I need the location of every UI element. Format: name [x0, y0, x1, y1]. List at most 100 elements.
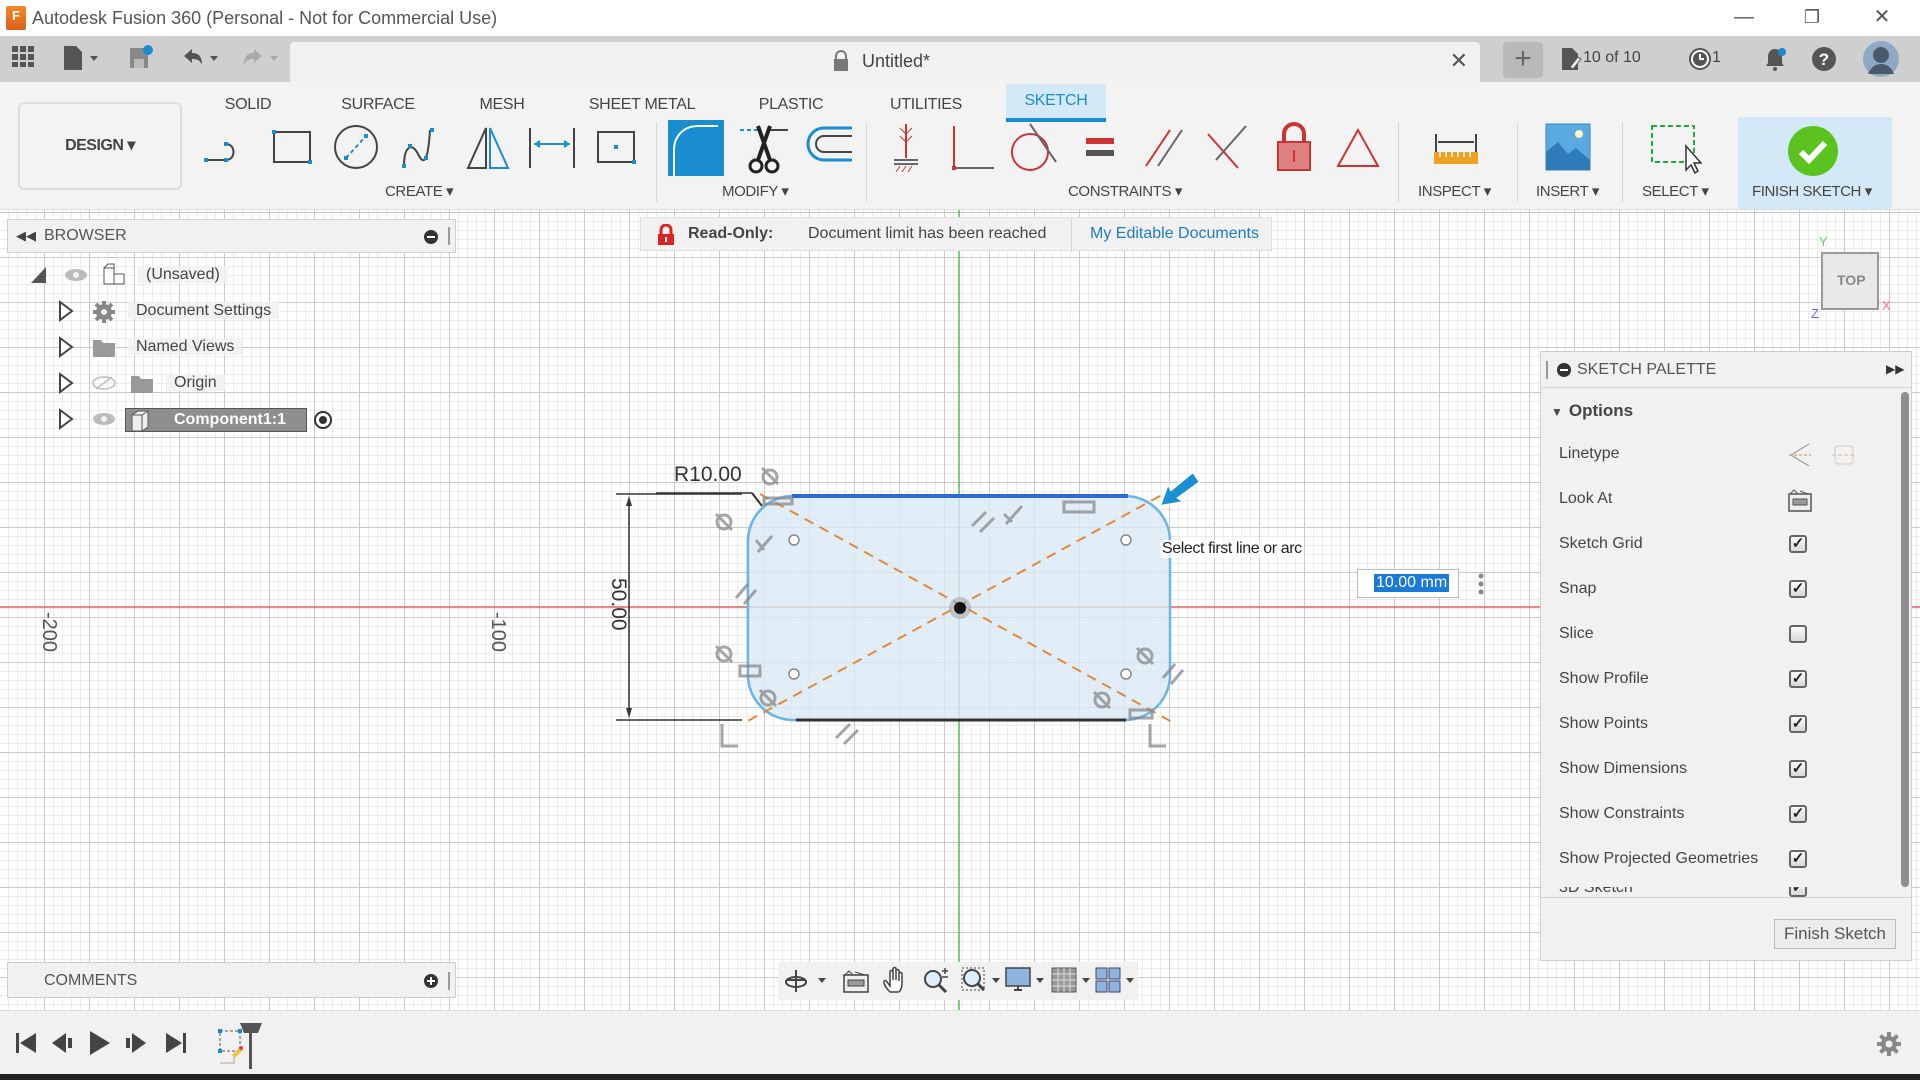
viewports-icon[interactable] — [1094, 966, 1136, 994]
dimension-input[interactable]: 10.00 mm — [1357, 569, 1459, 598]
close-tab-button[interactable]: ✕ — [1450, 48, 1468, 74]
show-points-checkbox[interactable]: ✓ — [1789, 715, 1807, 733]
activate-radio-icon[interactable] — [313, 410, 333, 430]
coincident-constraint-button[interactable] — [944, 120, 1000, 176]
job-status-clock-icon[interactable] — [1688, 47, 1712, 71]
tab-surface[interactable]: SURFACE — [338, 90, 418, 120]
timeline-marker[interactable] — [236, 1021, 266, 1071]
visibility-eye-icon[interactable] — [64, 268, 88, 282]
sketch-dimension-tool-button[interactable] — [524, 120, 580, 176]
slice-checkbox[interactable] — [1789, 625, 1807, 643]
show-constraints-checkbox[interactable]: ✓ — [1789, 805, 1807, 823]
help-icon[interactable]: ? — [1811, 46, 1837, 72]
tab-solid[interactable]: SOLID — [218, 90, 278, 120]
measure-tool-button[interactable] — [1428, 120, 1484, 176]
tab-plastic[interactable]: PLASTIC — [754, 90, 828, 120]
arc-center-point[interactable] — [1120, 668, 1132, 680]
grid-snaps-icon[interactable] — [1050, 966, 1092, 994]
perpendicular-constraint-button[interactable] — [1200, 120, 1256, 176]
undo-icon[interactable] — [178, 44, 224, 74]
show-profile-checkbox[interactable]: ✓ — [1789, 670, 1807, 688]
palette-scrollbar[interactable] — [1901, 392, 1909, 887]
insert-menu[interactable]: INSERT ▾ — [1536, 182, 1599, 200]
select-tool-button[interactable] — [1646, 120, 1703, 176]
document-count[interactable]: 10 of 10 — [1583, 49, 1641, 67]
new-tab-button[interactable]: + — [1503, 42, 1543, 78]
modify-menu[interactable]: MODIFY ▾ — [722, 182, 789, 200]
centerline-linetype-icon[interactable] — [1831, 442, 1857, 468]
dimension-input-value[interactable]: 10.00 mm — [1374, 574, 1450, 592]
inspect-menu[interactable]: INSPECT ▾ — [1418, 182, 1491, 200]
point-tool-button[interactable] — [588, 120, 644, 176]
notifications-bell-icon[interactable] — [1762, 46, 1788, 72]
view-cube[interactable]: TOP — [1821, 252, 1879, 310]
arc-center-point[interactable] — [788, 534, 800, 546]
select-menu[interactable]: SELECT ▾ — [1642, 182, 1709, 200]
show-projected-geometries-checkbox[interactable]: ✓ — [1789, 850, 1807, 868]
minimize-panel-icon[interactable] — [424, 230, 438, 244]
tab-utilities[interactable]: UTILITIES — [886, 90, 966, 120]
line-tool-button[interactable] — [198, 120, 254, 176]
document-tab[interactable]: Untitled* ✕ — [290, 42, 1480, 82]
tree-item-named-views[interactable]: Named Views — [128, 332, 243, 362]
data-panel-grid-icon[interactable] — [10, 44, 36, 74]
rectangle-tool-button[interactable] — [264, 120, 320, 176]
hidden-eye-icon[interactable] — [92, 376, 116, 390]
play-icon[interactable] — [88, 1029, 112, 1057]
constraints-menu[interactable]: CONSTRAINTS ▾ — [1068, 182, 1182, 200]
workspace-switcher[interactable]: DESIGN ▾ — [18, 102, 182, 190]
spline-tool-button[interactable] — [394, 120, 450, 176]
expand-arrow-icon[interactable] — [58, 408, 74, 430]
arc-center-point[interactable] — [1120, 534, 1132, 546]
create-menu[interactable]: CREATE ▾ — [385, 182, 454, 200]
tree-item-root[interactable]: (Unsaved) — [138, 260, 228, 290]
offset-tool-button[interactable] — [800, 120, 856, 176]
show-dimensions-checkbox[interactable]: ✓ — [1789, 760, 1807, 778]
construction-linetype-icon[interactable] — [1787, 442, 1813, 468]
view-cube-face-label[interactable]: TOP — [1837, 272, 1866, 288]
height-dimension[interactable]: 50.00 — [606, 578, 630, 631]
panel-grip[interactable] — [448, 227, 450, 245]
tree-item-component[interactable]: Component1:1 — [125, 408, 307, 432]
minimize-panel-icon[interactable] — [1557, 363, 1571, 377]
close-window-button[interactable]: ✕ — [1854, 0, 1910, 36]
file-menu-icon[interactable] — [60, 44, 104, 74]
tree-item-document-settings[interactable]: Document Settings — [128, 296, 280, 326]
fix-unfix-lock-button[interactable] — [1266, 120, 1322, 176]
circle-tool-button[interactable] — [328, 120, 384, 176]
panel-grip[interactable] — [1546, 361, 1548, 379]
add-comment-icon[interactable] — [424, 974, 438, 988]
options-section-header[interactable]: ▼ Options — [1551, 401, 1633, 421]
parallel-constraint-button[interactable] — [1136, 120, 1192, 176]
finish-sketch-button[interactable]: FINISH SKETCH ▾ — [1738, 117, 1892, 209]
expand-arrow-icon[interactable] — [58, 336, 74, 358]
display-settings-icon[interactable] — [1004, 966, 1046, 994]
look-at-icon[interactable] — [1787, 487, 1813, 513]
mirror-tool-button[interactable] — [460, 120, 516, 176]
trim-tool-button[interactable] — [736, 120, 792, 176]
step-forward-icon[interactable] — [124, 1031, 148, 1055]
save-icon[interactable] — [128, 44, 154, 74]
tangent-constraint-button[interactable] — [1006, 120, 1062, 176]
fit-window-icon[interactable] — [960, 966, 1002, 994]
fix-constraint-button[interactable] — [878, 120, 934, 176]
expand-panel-icon[interactable]: ▶▶ — [1886, 362, 1904, 376]
equal-constraint-button[interactable] — [1072, 120, 1128, 176]
collapse-panel-icon[interactable]: ◀◀ — [16, 228, 36, 244]
expand-arrow-icon[interactable] — [58, 372, 74, 394]
orbit-icon[interactable] — [784, 968, 830, 994]
finish-sketch-menu[interactable]: FINISH SKETCH ▾ — [1752, 182, 1872, 200]
go-to-end-icon[interactable] — [164, 1031, 188, 1055]
radius-dimension[interactable]: R10.00 — [674, 463, 742, 487]
visibility-eye-icon[interactable] — [92, 412, 116, 426]
pan-hand-icon[interactable] — [882, 966, 910, 994]
tab-sheet-metal[interactable]: SHEET METAL — [588, 90, 696, 120]
step-back-icon[interactable] — [50, 1031, 74, 1055]
insert-canvas-button[interactable] — [1540, 120, 1596, 176]
document-edit-icon[interactable] — [1560, 47, 1582, 71]
arc-center-point[interactable] — [788, 668, 800, 680]
restore-button[interactable]: ❐ — [1784, 0, 1840, 36]
3d-sketch-checkbox[interactable]: ✓ — [1789, 887, 1807, 897]
fillet-tool-button[interactable] — [668, 120, 726, 176]
sketch-grid-checkbox[interactable]: ✓ — [1789, 535, 1807, 553]
